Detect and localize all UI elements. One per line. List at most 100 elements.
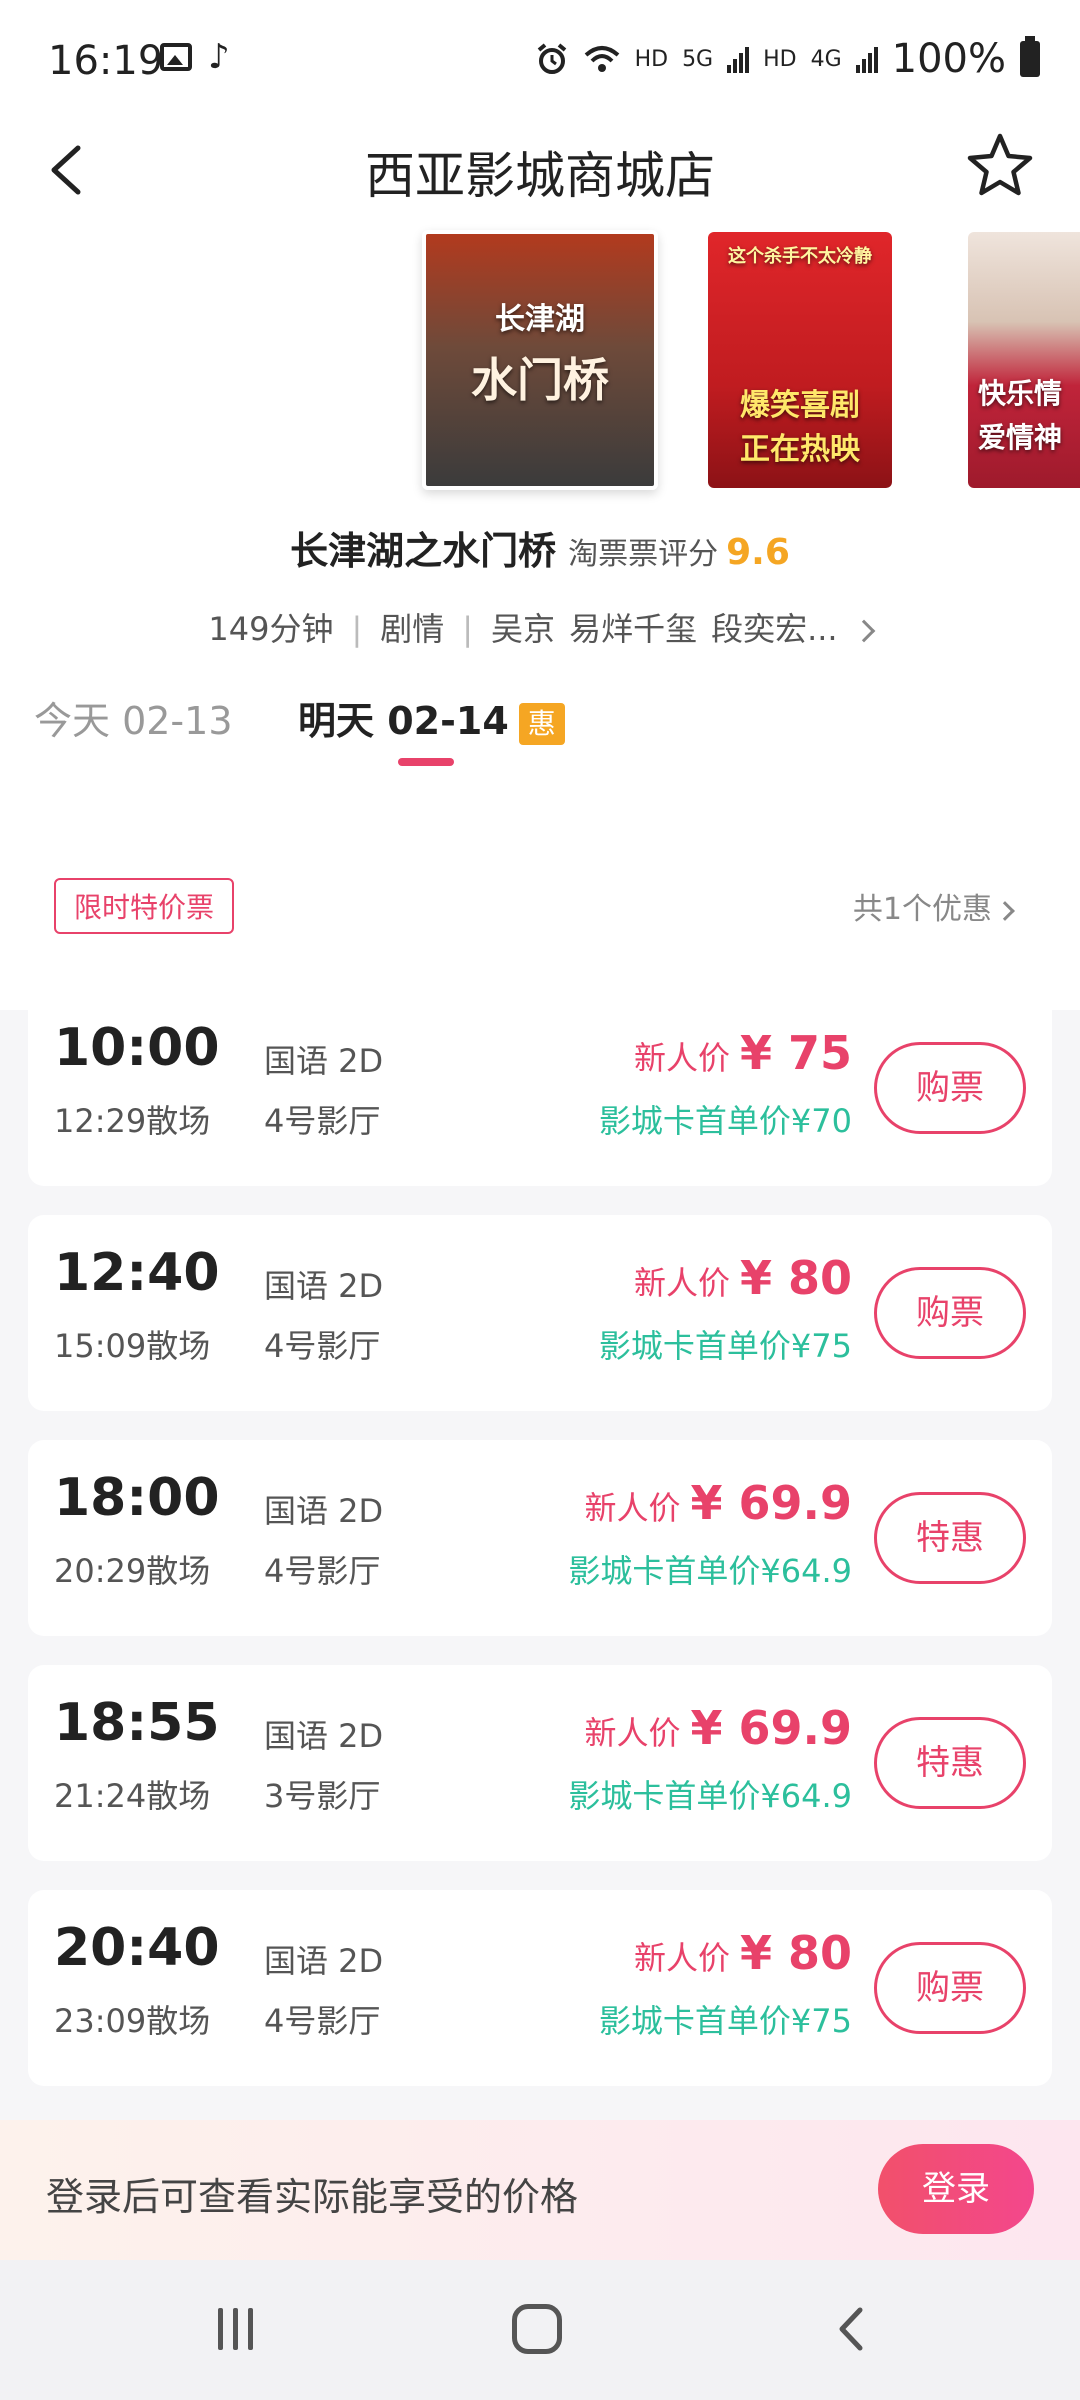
showtime-hall: 4号影厅: [264, 1102, 381, 1140]
recents-icon[interactable]: [212, 2308, 258, 2350]
buy-ticket-button[interactable]: 购票: [874, 1942, 1026, 2034]
star-outline-icon: [967, 133, 1033, 196]
tab-tomorrow-label: 明天 02-14: [298, 699, 509, 743]
showtime-card[interactable]: 20:40 23:09散场 国语 2D 4号影厅 新人价 ¥ 80 影城卡首单价¥…: [28, 1890, 1052, 2086]
chevron-right-icon: [852, 619, 875, 643]
showtime-start: 12:40: [54, 1243, 220, 1303]
movie-meta-row[interactable]: 149分钟 | 剧情 | 吴京 易烊千玺 段奕宏...: [0, 604, 1080, 650]
back-icon[interactable]: [828, 2304, 878, 2354]
price-value: ¥ 69.9: [690, 1476, 852, 1530]
promo-count-label: 共1个优惠: [852, 892, 992, 927]
showtime-end: 21:24散场: [54, 1777, 211, 1815]
price-row: 新人价 ¥ 80: [634, 1251, 852, 1305]
card-price: 影城卡首单价¥75: [598, 2002, 852, 2040]
special-offer-button[interactable]: 特惠: [874, 1492, 1026, 1584]
showtime-card[interactable]: 18:55 21:24散场 国语 2D 3号影厅 新人价 ¥ 69.9 影城卡首单…: [28, 1665, 1052, 1861]
rating-label: 淘票票评分: [568, 537, 719, 572]
special-offer-button[interactable]: 特惠: [874, 1717, 1026, 1809]
showtime-card[interactable]: 18:00 20:29散场 国语 2D 4号影厅 新人价 ¥ 69.9 影城卡首单…: [28, 1440, 1052, 1636]
meta-divider: |: [462, 610, 474, 648]
showtime-language: 国语 2D: [264, 1942, 384, 1980]
showtime-hall: 4号影厅: [264, 1327, 381, 1365]
poster-2-line2: 正在热映: [740, 432, 860, 467]
showtime-card[interactable]: 10:00 12:29散场 国语 2D 4号影厅 新人价 ¥ 75 影城卡首单价¥…: [28, 990, 1052, 1186]
showtime-language: 国语 2D: [264, 1267, 384, 1305]
status-bar: 16:19 ♪ HD 5G HD 4G 100%: [0, 0, 1080, 120]
signal-icon-2: [855, 45, 878, 73]
price-value: ¥ 80: [739, 1251, 852, 1305]
login-hint: 登录后可查看实际能享受的价格: [46, 2175, 579, 2219]
poster-3[interactable]: 快乐情 爱情神: [968, 232, 1080, 488]
rating-value: 9.6: [726, 532, 790, 573]
favorite-button[interactable]: [960, 126, 1040, 206]
discount-badge: 惠: [518, 702, 565, 745]
poster-selected[interactable]: 长津湖 水门桥: [422, 230, 658, 490]
cast-member: 段奕宏...: [711, 610, 838, 648]
poster-2-line1: 爆笑喜剧: [740, 388, 860, 423]
price-label: 新人价: [584, 1489, 681, 1527]
price-row: 新人价 ¥ 69.9: [584, 1701, 852, 1755]
login-button[interactable]: 登录: [878, 2144, 1034, 2234]
price-label: 新人价: [633, 1939, 730, 1977]
promo-card[interactable]: 限时特价票 共1个优惠: [28, 844, 1052, 960]
showtime-end: 15:09散场: [54, 1327, 211, 1365]
price-row: 新人价 ¥ 69.9: [584, 1476, 852, 1530]
showtime-hall: 4号影厅: [264, 2002, 381, 2040]
battery-text: 100%: [891, 36, 1006, 82]
showtime-start: 18:00: [54, 1468, 220, 1528]
poster-text-2: 水门桥: [471, 353, 609, 407]
poster-3-line2: 爱情神: [978, 421, 1063, 454]
buy-ticket-button[interactable]: 购票: [874, 1267, 1026, 1359]
poster-3-line1: 快乐情: [978, 377, 1063, 410]
page-title: 西亚影城商城店: [365, 147, 715, 205]
network-label-hd2: HD: [763, 46, 797, 72]
price-label: 新人价: [584, 1714, 681, 1752]
poster-2[interactable]: 这个杀手不太冷静 爆笑喜剧 正在热映: [708, 232, 892, 488]
showtime-language: 国语 2D: [264, 1717, 384, 1755]
home-icon[interactable]: [512, 2304, 562, 2354]
alarm-icon: [537, 43, 566, 74]
price-row: 新人价 ¥ 80: [634, 1926, 852, 1980]
status-left-icons: ♪: [160, 40, 230, 74]
showtime-card[interactable]: 12:40 15:09散场 国语 2D 4号影厅 新人价 ¥ 80 影城卡首单价¥…: [28, 1215, 1052, 1411]
price-value: ¥ 80: [739, 1926, 852, 1980]
showtime-language: 国语 2D: [264, 1492, 384, 1530]
price-value: ¥ 69.9: [690, 1701, 852, 1755]
tab-tomorrow[interactable]: 明天 02-14 惠: [298, 690, 565, 745]
status-time: 16:19: [48, 38, 164, 84]
showtime-hall: 3号影厅: [264, 1777, 381, 1815]
showtime-end: 12:29散场: [54, 1102, 211, 1140]
network-label-hd1: HD: [634, 46, 669, 72]
tiktok-icon: ♪: [208, 37, 230, 77]
tab-today-label: 今天 02-13: [34, 699, 233, 743]
active-tab-indicator: [398, 758, 454, 766]
showtime-end: 20:29散场: [54, 1552, 211, 1590]
showtime-hall: 4号影厅: [264, 1552, 381, 1590]
card-price: 影城卡首单价¥64.9: [568, 1777, 852, 1815]
showtime-start: 18:55: [54, 1693, 220, 1753]
price-label: 新人价: [633, 1264, 730, 1302]
card-price: 影城卡首单价¥70: [598, 1102, 852, 1140]
card-price: 影城卡首单价¥75: [598, 1327, 852, 1365]
movie-genre: 剧情: [380, 610, 445, 648]
showtime-end: 23:09散场: [54, 2002, 211, 2040]
buy-ticket-button[interactable]: 购票: [874, 1042, 1026, 1134]
showtime-language: 国语 2D: [264, 1042, 384, 1080]
gallery-icon: [160, 43, 192, 71]
tab-today[interactable]: 今天 02-13: [34, 690, 233, 745]
status-right-icons: HD 5G HD 4G 100%: [535, 36, 1040, 82]
movie-cast: 吴京 易烊千玺 段奕宏...: [491, 610, 852, 648]
showtime-start: 10:00: [54, 1018, 220, 1078]
movie-duration: 149分钟: [208, 610, 334, 648]
chevron-right-icon: [995, 900, 1015, 921]
back-chevron-icon: [839, 2307, 863, 2351]
signal-icon: [727, 45, 750, 73]
promo-tag: 限时特价票: [54, 878, 235, 934]
cast-member: 易烊千玺: [569, 610, 698, 648]
movie-title-row: 长津湖之水门桥 淘票票评分 9.6: [0, 520, 1080, 575]
poster-text-1: 长津湖: [495, 302, 585, 337]
battery-icon: [1020, 36, 1040, 77]
promo-count: 共1个优惠: [852, 884, 1015, 928]
network-label-5g: 5G: [682, 46, 714, 72]
price-row: 新人价 ¥ 75: [634, 1026, 852, 1080]
